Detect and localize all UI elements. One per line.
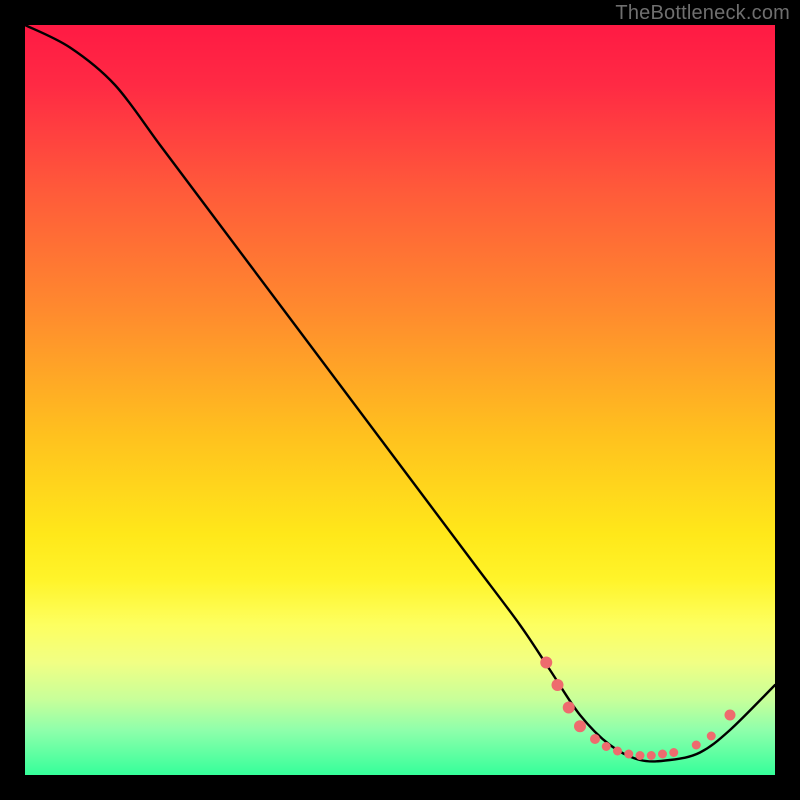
marker-m (692, 741, 701, 750)
marker-h (624, 750, 633, 759)
marker-f (602, 742, 611, 751)
marker-n (707, 732, 716, 741)
marker-b (552, 679, 564, 691)
points-layer (540, 657, 735, 761)
watermark-text: TheBottleneck.com (615, 2, 790, 25)
bottleneck-curve (25, 25, 775, 761)
marker-d (574, 720, 586, 732)
marker-c (563, 702, 575, 714)
curve-layer (25, 25, 775, 761)
marker-o (725, 710, 736, 721)
marker-e (590, 734, 600, 744)
chart-plot-area (25, 25, 775, 775)
marker-g (613, 747, 622, 756)
marker-a (540, 657, 552, 669)
chart-frame: TheBottleneck.com (0, 0, 800, 800)
chart-svg (25, 25, 775, 775)
marker-i (636, 751, 645, 760)
marker-k (658, 750, 667, 759)
marker-l (669, 748, 678, 757)
marker-j (647, 751, 656, 760)
